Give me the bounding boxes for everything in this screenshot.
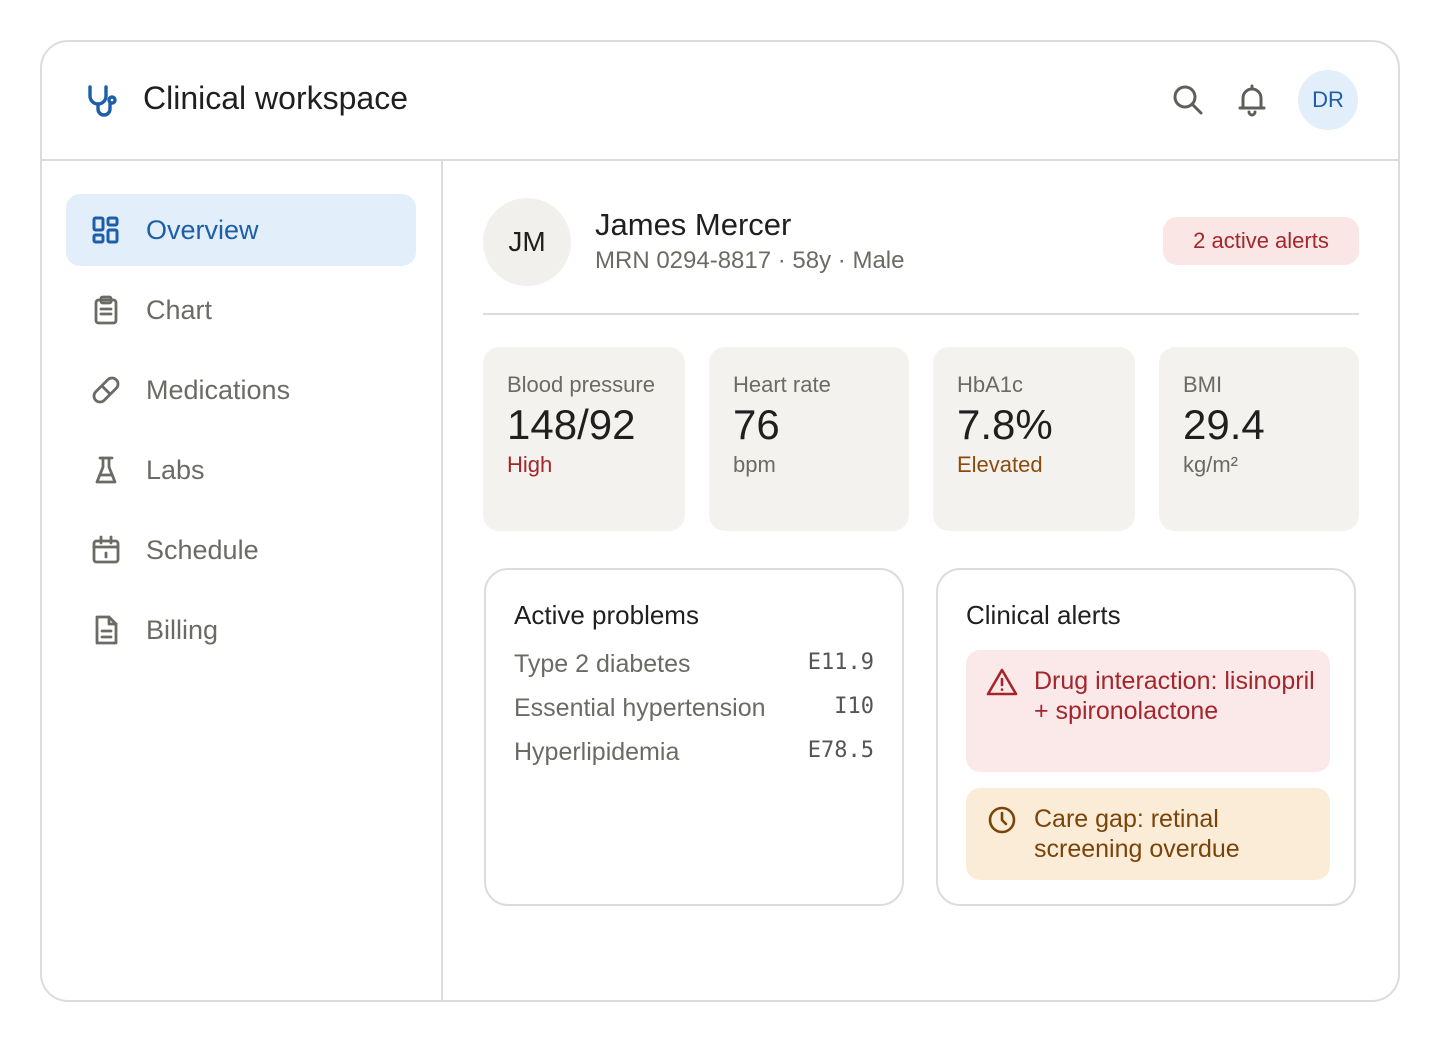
vital-value: 29.4 [1183,401,1265,448]
app-window: Clinical workspace DR Overview Chart Med… [40,40,1400,1002]
invoice-icon [95,615,118,645]
vital-value: 148/92 [507,401,636,448]
patient-avatar: JM [483,198,571,286]
sidebar-item-label: Billing [146,614,219,645]
drug-interaction-alert[interactable]: Drug interaction: lisinopril + spironola… [966,650,1330,772]
vital-status: High [507,452,553,477]
problem-row[interactable]: Essential hypertension I10 [514,694,874,730]
problem-name: Type 2 diabetes [514,650,691,678]
vital-label: BMI [1183,372,1223,397]
sidebar-item-overview[interactable]: Overview [66,194,416,266]
vital-status: Elevated [957,452,1043,477]
vital-label: Heart rate [733,372,831,397]
patient-name: James Mercer [595,207,792,242]
sidebar-item-chart[interactable]: Chart [66,274,416,346]
sidebar-item-label: Medications [146,374,291,405]
app-title: Clinical workspace [143,80,408,116]
active-alerts-badge[interactable]: 2 active alerts [1163,217,1359,265]
vital-value: 7.8% [957,401,1053,448]
calendar-icon [92,535,120,564]
care-gap-alert[interactable]: Care gap: retinal screening overdue [966,788,1330,880]
sidebar-item-billing[interactable]: Billing [66,594,416,666]
bell-icon[interactable] [1234,82,1270,118]
clock-icon [988,806,1016,834]
active-problems-card: Active problems Type 2 diabetes E11.9 Es… [484,568,904,906]
sidebar: Overview Chart Medications Labs Schedule… [42,161,443,1000]
sidebar-item-label: Labs [146,454,205,485]
patient-meta: MRN 0294-8817 · 58y · Male [595,247,905,274]
search-icon[interactable] [1170,82,1206,118]
pill-icon [92,376,120,404]
header-divider [483,313,1359,315]
vital-card-bmi[interactable]: BMI 29.4 kg/m² [1159,347,1359,531]
alert-text: Care gap: retinal screening overdue [1034,805,1240,863]
sidebar-item-label: Chart [146,294,213,325]
clipboard-icon [94,295,118,325]
grid-icon [92,216,119,244]
problem-row[interactable]: Hyperlipidemia E78.5 [514,738,874,774]
stethoscope-icon [88,85,117,117]
sidebar-item-schedule[interactable]: Schedule [66,514,416,586]
vital-label: HbA1c [957,372,1024,397]
card-title: Active problems [514,600,699,630]
problem-name: Hyperlipidemia [514,738,680,766]
sidebar-item-label: Overview [146,214,259,245]
problem-code: E78.5 [807,738,874,763]
vital-unit: bpm [733,452,776,477]
problem-code: E11.9 [807,650,874,675]
vital-value: 76 [733,401,780,448]
sidebar-item-labs[interactable]: Labs [66,434,416,506]
vital-card-heart-rate[interactable]: Heart rate 76 bpm [709,347,909,531]
vital-label: Blood pressure [507,372,655,397]
vital-unit: kg/m² [1183,452,1238,477]
alert-text: Drug interaction: lisinopril + spironola… [1034,667,1315,725]
clinical-alerts-card: Clinical alerts Drug interaction: lisino… [936,568,1356,906]
problem-row[interactable]: Type 2 diabetes E11.9 [514,650,874,686]
top-bar: Clinical workspace DR [42,42,1398,161]
warning-triangle-icon [986,668,1018,696]
problem-name: Essential hypertension [514,694,766,722]
main-content: JM James Mercer MRN 0294-8817 · 58y · Ma… [443,161,1398,1000]
problem-code: I10 [834,694,874,719]
sidebar-item-label: Schedule [146,534,259,565]
sidebar-item-medications[interactable]: Medications [66,354,416,426]
flask-icon [95,456,117,484]
vital-card-blood-pressure[interactable]: Blood pressure 148/92 High [483,347,685,531]
card-title: Clinical alerts [966,600,1121,630]
user-avatar[interactable]: DR [1298,70,1358,130]
vital-card-hba1c[interactable]: HbA1c 7.8% Elevated [933,347,1135,531]
